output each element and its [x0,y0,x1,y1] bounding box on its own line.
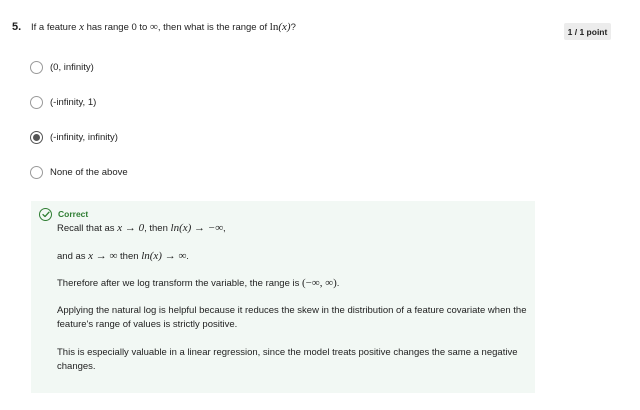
option-0[interactable]: (0, infinity) [30,59,94,75]
points-badge: 1 / 1 point [564,23,611,40]
line2-math-2: ln(x) → ∞ [141,250,187,262]
line1-prefix: Recall that as [57,223,115,234]
option-label: None of the above [50,166,128,178]
question-var: x [79,21,84,33]
option-label: (-infinity, 1) [50,96,97,108]
line2-mid: then [120,251,139,262]
option-label: (-infinity, infinity) [50,131,118,143]
line3-math-1: (−∞, ∞) [302,277,337,289]
line1-mid: , then [144,223,168,234]
option-1[interactable]: (-infinity, 1) [30,94,96,110]
radio-button[interactable] [30,165,43,179]
radio-button[interactable] [30,95,43,109]
question-end: ? [290,22,296,33]
line1-math-2: ln(x) → −∞ [170,222,224,234]
radio-button[interactable] [30,60,43,74]
line1-end: , [223,223,226,234]
feedback-line-1: Recall that as x → 0, then ln(x) → −∞, [57,222,226,234]
line3-end: . [336,278,340,289]
feedback-paragraph-2: This is especially valuable in a linear … [57,347,518,372]
feedback-line-3: Therefore after we log transform the var… [57,277,339,289]
option-2[interactable]: (-infinity, infinity) [30,129,118,145]
option-label: (0, infinity) [50,61,94,73]
line3-prefix: Therefore after we log transform the var… [57,278,300,289]
feedback-panel: Correct Recall that as x → 0, then ln(x)… [31,201,535,393]
radio-button-selected[interactable] [30,130,43,144]
question-inf: ∞ [149,21,158,33]
question-text-mid: has range 0 to [86,22,148,33]
line2-math-1: x → ∞ [88,250,118,262]
question-number: 5. [12,21,22,33]
line2-end: . [186,251,189,262]
line2-prefix: and as [57,251,86,262]
check-circle-icon [39,208,52,221]
feedback-status: Correct [58,209,89,219]
question-text: If a feature x has range 0 to ∞, then wh… [31,21,296,33]
feedback-paragraph-1: Applying the natural log is helpful beca… [57,305,527,330]
line1-math-1: x → 0 [117,222,145,234]
feedback-line-2: and as x → ∞ then ln(x) → ∞. [57,250,189,262]
question-arg: (x) [278,21,291,33]
option-3[interactable]: None of the above [30,164,128,180]
question-text-suffix: , then what is the range of [157,22,268,33]
question-text-prefix: If a feature [31,22,77,33]
